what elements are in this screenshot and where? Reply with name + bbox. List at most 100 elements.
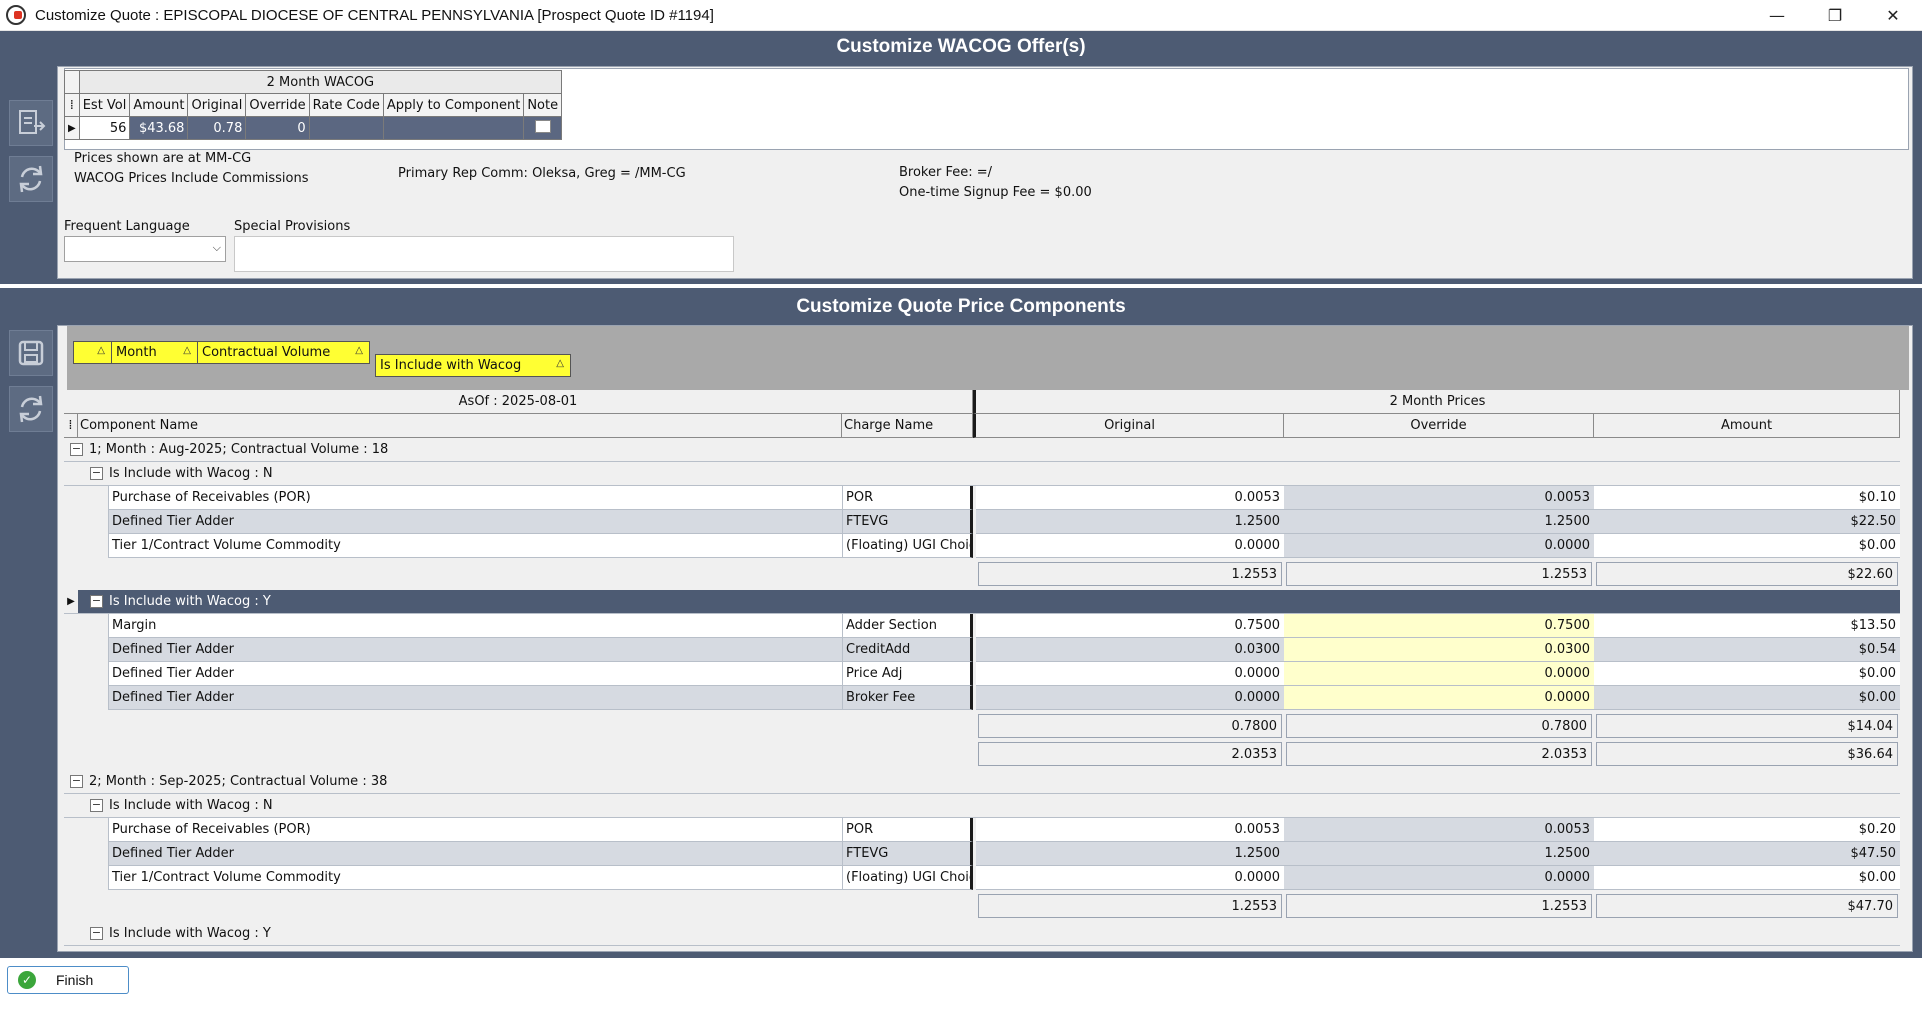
override-cell[interactable]: 0.7500 — [1284, 614, 1594, 638]
note-icon[interactable] — [534, 119, 551, 133]
collapse-icon[interactable]: − — [90, 799, 103, 812]
subtotal-amount: $14.04 — [1596, 714, 1898, 738]
export-icon — [19, 110, 46, 134]
group-row-month-2[interactable]: −2; Month : Sep-2025; Contractual Volume… — [64, 770, 1900, 794]
col-amount[interactable]: Amount — [1594, 414, 1900, 438]
include-commissions-label: WACOG Prices Include Commissions — [74, 171, 309, 186]
col-override[interactable]: Override — [1284, 414, 1594, 438]
amount-cell: $0.00 — [1594, 662, 1900, 686]
group-row-wacog-y[interactable]: − Is Include with Wacog : Y — [64, 590, 1900, 614]
save-button[interactable] — [9, 330, 53, 376]
amount-cell: $22.50 — [1594, 510, 1900, 534]
components-heading: Customize Quote Price Components — [796, 296, 1126, 317]
wacog-heading: Customize WACOG Offer(s) — [836, 36, 1086, 57]
collapse-icon[interactable]: − — [70, 775, 83, 788]
amount-cell: $0.20 — [1594, 818, 1900, 842]
col-amount[interactable]: Amount — [129, 93, 189, 117]
subtotal-amount: $22.60 — [1596, 562, 1898, 586]
override-cell[interactable]: 0.0000 — [1284, 686, 1594, 710]
app-logo-icon — [6, 5, 26, 25]
override-cell[interactable]: 0.0000 — [1284, 534, 1594, 558]
override-cell[interactable]: 0.0053 — [1284, 486, 1594, 510]
frequent-language-label: Frequent Language — [64, 219, 190, 234]
col-apply-to-component[interactable]: Apply to Component — [382, 93, 525, 117]
charge-name-cell: POR — [842, 486, 973, 510]
collapse-icon[interactable]: − — [90, 467, 103, 480]
collapse-icon[interactable]: − — [90, 595, 103, 608]
group-row-wacog-y[interactable]: − Is Include with Wacog : Y — [64, 922, 1900, 946]
subtotal-override: 2.0353 — [1286, 742, 1592, 766]
group-chip-contractual-volume[interactable]: Contractual Volume △ — [197, 341, 370, 364]
row-selector-icon[interactable]: ▶ — [64, 116, 80, 140]
sort-asc-icon: △ — [97, 345, 105, 356]
frequent-language-select[interactable]: ⌵ — [64, 236, 226, 262]
wacog-group-header: 2 Month WACOG — [78, 70, 563, 94]
subtotal-override: 0.7800 — [1286, 714, 1592, 738]
restore-button[interactable]: ❐ — [1806, 0, 1864, 31]
override-cell[interactable]: 0.0000 — [1284, 662, 1594, 686]
row-selector-icon[interactable]: ▶ — [64, 590, 78, 614]
group-chip-include-wacog[interactable]: Is Include with Wacog △ — [375, 354, 571, 377]
col-charge-name[interactable]: Charge Name — [842, 414, 973, 438]
collapse-icon[interactable]: − — [70, 443, 83, 456]
original-cell: 0.0053 — [976, 486, 1284, 510]
group-row-wacog-n[interactable]: − Is Include with Wacog : N — [64, 794, 1900, 818]
component-name-cell: Tier 1/Contract Volume Commodity — [108, 534, 842, 558]
collapse-icon[interactable]: − — [90, 927, 103, 940]
override-cell[interactable]: 0.0053 — [1284, 818, 1594, 842]
group-by-area: △ Month △ Contractual Volume △ Is Include … — [67, 326, 1909, 390]
col-override[interactable]: Override — [245, 93, 310, 117]
col-original[interactable]: Original — [973, 414, 1284, 438]
charge-name-cell: (Floating) UGI Choice — [842, 534, 973, 558]
group-row-label: 2; Month : Sep-2025; Contractual Volume … — [89, 774, 388, 789]
asof-header: AsOf : 2025-08-01 — [64, 390, 973, 414]
apply-to-component-cell[interactable] — [382, 116, 525, 140]
sort-asc-icon: △ — [556, 358, 564, 369]
col-est-vol[interactable]: Est Vol — [78, 93, 131, 117]
amount-cell: $0.00 — [1594, 866, 1900, 890]
chevron-down-icon[interactable]: ⌵ — [213, 241, 221, 255]
est-vol-cell[interactable]: 56 — [78, 116, 131, 140]
group-chip-blank[interactable]: △ — [73, 341, 112, 364]
original-cell: 0.0053 — [976, 818, 1284, 842]
group-row-wacog-n[interactable]: − Is Include with Wacog : N — [64, 462, 1900, 486]
note-cell[interactable] — [523, 116, 563, 140]
minimize-button[interactable]: — — [1748, 0, 1806, 31]
group-row-month-1[interactable]: −1; Month : Aug-2025; Contractual Volume… — [64, 438, 1900, 462]
original-cell: 0.78 — [187, 116, 247, 140]
charge-name-cell: (Floating) UGI Choice — [842, 866, 973, 890]
sort-asc-icon: △ — [183, 345, 191, 356]
broker-fee-label: Broker Fee: =/ — [899, 165, 993, 180]
group-chip-month[interactable]: Month △ — [111, 341, 198, 364]
col-original[interactable]: Original — [187, 93, 247, 117]
amount-cell: $0.54 — [1594, 638, 1900, 662]
override-cell[interactable]: 0 — [245, 116, 310, 140]
export-button[interactable] — [9, 100, 53, 146]
subtotal-original: 1.2553 — [978, 894, 1282, 918]
amount-cell: $0.10 — [1594, 486, 1900, 510]
component-name-cell: Defined Tier Adder — [108, 686, 842, 710]
close-button[interactable]: ✕ — [1864, 0, 1922, 31]
column-chooser-icon[interactable]: ⁞ — [64, 414, 78, 438]
override-cell[interactable]: 1.2500 — [1284, 842, 1594, 866]
col-rate-code[interactable]: Rate Code — [308, 93, 384, 117]
column-chooser-icon[interactable]: ⁞ — [64, 93, 80, 117]
override-cell[interactable]: 0.0300 — [1284, 638, 1594, 662]
refresh-wacog-button[interactable] — [9, 156, 53, 202]
col-component-name[interactable]: Component Name — [78, 414, 842, 438]
original-cell: 0.0000 — [976, 662, 1284, 686]
col-note[interactable]: Note — [523, 93, 563, 117]
amount-cell: $0.00 — [1594, 534, 1900, 558]
component-name-cell: Purchase of Receivables (POR) — [108, 818, 842, 842]
special-provisions-label: Special Provisions — [234, 219, 351, 234]
finish-button[interactable]: ✓ Finish — [7, 966, 129, 994]
refresh-components-button[interactable] — [9, 386, 53, 432]
override-cell[interactable]: 1.2500 — [1284, 510, 1594, 534]
primary-rep-label: Primary Rep Comm: Oleksa, Greg = /MM-CG — [398, 166, 686, 181]
original-cell: 0.0000 — [976, 686, 1284, 710]
override-cell[interactable]: 0.0000 — [1284, 866, 1594, 890]
rate-code-cell[interactable] — [308, 116, 384, 140]
charge-name-cell: Adder Section — [842, 614, 973, 638]
component-name-cell: Defined Tier Adder — [108, 510, 842, 534]
special-provisions-input[interactable] — [234, 236, 734, 272]
